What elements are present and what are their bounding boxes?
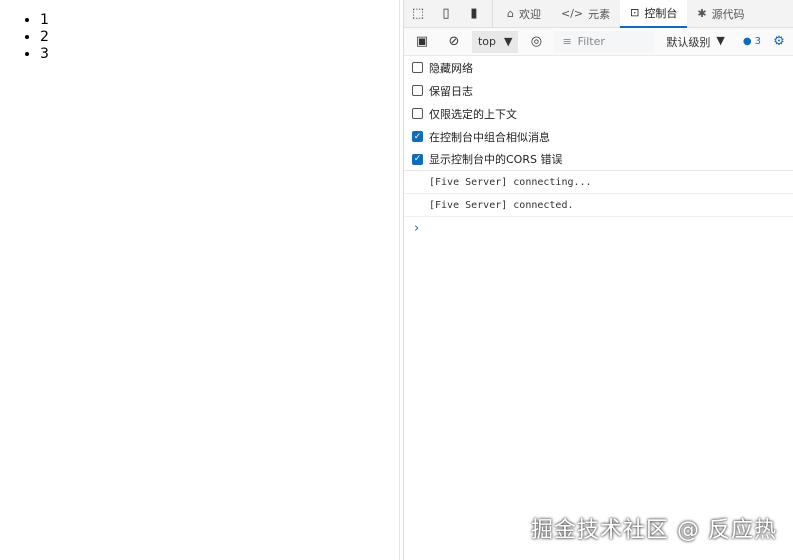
checkbox[interactable] — [412, 108, 423, 119]
prompt-chevron-icon: › — [414, 220, 420, 236]
log-level-value: 默认级别 — [666, 35, 711, 49]
log-message: [Five Server] connecting... — [404, 171, 793, 194]
inspect-icon[interactable]: ⬚ — [404, 0, 432, 28]
checkbox-checked[interactable]: ✓ — [412, 153, 423, 165]
settings-gear-icon[interactable]: ⚙ — [765, 28, 793, 56]
checkbox-checked[interactable]: ✓ — [412, 131, 423, 142]
dropdown-arrow-icon: ▼ — [716, 33, 725, 47]
page-viewport: 1 2 3 — [0, 0, 400, 560]
checkbox[interactable] — [412, 85, 423, 96]
clear-console-icon[interactable]: ⊘ — [440, 28, 468, 56]
device-toggle-icon[interactable]: ▯ — [432, 0, 460, 28]
tab-console[interactable]: ⊡ 控制台 — [620, 0, 688, 28]
tab-label: 控制台 — [644, 6, 678, 20]
context-select[interactable]: top ▼ — [471, 30, 519, 53]
option-label: 在控制台中组合相似消息 — [429, 130, 550, 144]
tab-sources[interactable]: ✱ 源代码 — [687, 0, 754, 28]
option-show-cors-errors[interactable]: ✓ 显示控制台中的CORS 错误 — [404, 148, 793, 171]
watermark: 掘金技术社区 @ 反应热 — [531, 518, 777, 543]
home-icon: ⌂ — [507, 7, 514, 20]
console-icon: ⊡ — [630, 6, 640, 19]
option-label: 保留日志 — [429, 84, 473, 98]
filter-icon: ≡ — [562, 35, 572, 48]
sidebar-toggle-icon[interactable]: ▣ — [408, 28, 436, 56]
dock-icon[interactable]: ▮ — [460, 0, 488, 28]
option-preserve-log[interactable]: 保留日志 — [404, 79, 793, 102]
tab-label: 源代码 — [711, 7, 745, 21]
code-icon: </> — [560, 7, 584, 20]
message-icon: ● — [742, 36, 752, 47]
option-label: 显示控制台中的CORS 错误 — [429, 153, 563, 166]
context-value: top — [477, 35, 496, 48]
console-settings: 隐藏网络 保留日志 仅限选定的上下文 ✓ 在控制台中组合相似消息 ✓ 显示控制台中的… — [404, 56, 793, 171]
filter-placeholder: Filter — [577, 35, 605, 48]
option-group-similar[interactable]: ✓ 在控制台中组合相似消息 — [404, 125, 793, 148]
tab-label: 欢迎 — [518, 7, 541, 21]
message-count: 3 — [754, 36, 761, 47]
list-item: 3 — [40, 46, 49, 63]
console-output: [Five Server] connecting... [Five Server… — [404, 171, 793, 239]
devtools-panel: ⬚ ▯ ▮ ⌂ 欢迎 </> 元素 ⊡ 控制台 ✱ 源代码 ▣ ⊘ top ▼ ◎ ≡ Fi… — [403, 0, 793, 560]
bug-icon: ✱ — [697, 7, 707, 20]
list-item: 1 — [40, 12, 49, 29]
divider — [492, 0, 493, 28]
filter-input[interactable]: ≡ Filter — [554, 30, 655, 53]
option-hide-network[interactable]: 隐藏网络 — [404, 56, 793, 79]
live-expression-eye-icon[interactable]: ◎ — [522, 28, 550, 56]
log-level-select[interactable]: 默认级别 ▼ — [666, 34, 724, 50]
devtools-tabbar: ⬚ ▯ ▮ ⌂ 欢迎 </> 元素 ⊡ 控制台 ✱ 源代码 — [404, 0, 793, 28]
checkbox[interactable] — [412, 62, 423, 73]
tab-label: 元素 — [588, 7, 611, 21]
tab-welcome[interactable]: ⌂ 欢迎 — [497, 0, 551, 28]
message-count-badge[interactable]: ● 3 — [743, 36, 761, 47]
option-label: 仅限选定的上下文 — [429, 107, 517, 121]
log-message: [Five Server] connected. — [404, 194, 793, 217]
option-selected-context-only[interactable]: 仅限选定的上下文 — [404, 102, 793, 125]
list-item: 2 — [40, 29, 49, 46]
console-toolbar: ▣ ⊘ top ▼ ◎ ≡ Filter 默认级别 ▼ ● 3 ⚙ — [404, 28, 793, 56]
option-label: 隐藏网络 — [429, 61, 473, 75]
dropdown-arrow-icon: ▼ — [504, 35, 513, 48]
console-prompt[interactable]: › — [404, 217, 793, 239]
number-list: 1 2 3 — [40, 12, 49, 63]
tab-elements[interactable]: </> 元素 — [551, 0, 620, 28]
